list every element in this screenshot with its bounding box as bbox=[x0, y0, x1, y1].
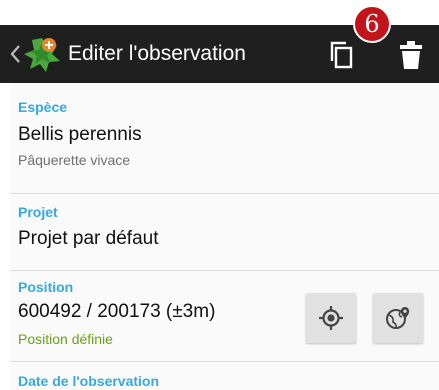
position-label: Position bbox=[18, 279, 74, 295]
date-label: Date de l'observation bbox=[18, 373, 160, 389]
position-coordinates: 600492 / 200173 (±3m) bbox=[18, 301, 216, 322]
gps-target-icon bbox=[319, 306, 343, 330]
project-label: Projet bbox=[18, 204, 58, 220]
project-section[interactable]: Projet Projet par défaut bbox=[10, 194, 439, 270]
chevron-left-icon[interactable] bbox=[8, 43, 22, 65]
notification-badge: 6 bbox=[353, 5, 391, 43]
app-logo-icon[interactable] bbox=[22, 35, 62, 75]
species-section[interactable]: Espèce Bellis perennis Pâquerette vivace bbox=[10, 83, 439, 193]
species-common-name: Pâquerette vivace bbox=[18, 152, 131, 168]
map-position-button[interactable] bbox=[373, 293, 423, 343]
locate-gps-button[interactable] bbox=[306, 293, 356, 343]
page-title: Editer l'observation bbox=[68, 42, 246, 65]
position-section: Position 600492 / 200173 (±3m) Position … bbox=[10, 271, 439, 353]
trash-icon[interactable] bbox=[396, 39, 426, 71]
species-scientific-name: Bellis perennis bbox=[18, 124, 142, 145]
copy-icon[interactable] bbox=[326, 39, 358, 71]
project-value: Projet par défaut bbox=[18, 228, 159, 249]
date-section[interactable]: Date de l'observation bbox=[10, 362, 439, 390]
observation-form: Espèce Bellis perennis Pâquerette vivace… bbox=[10, 83, 439, 390]
globe-pin-icon bbox=[386, 307, 410, 329]
position-status: Position définie bbox=[18, 331, 113, 347]
species-label: Espèce bbox=[18, 99, 68, 115]
